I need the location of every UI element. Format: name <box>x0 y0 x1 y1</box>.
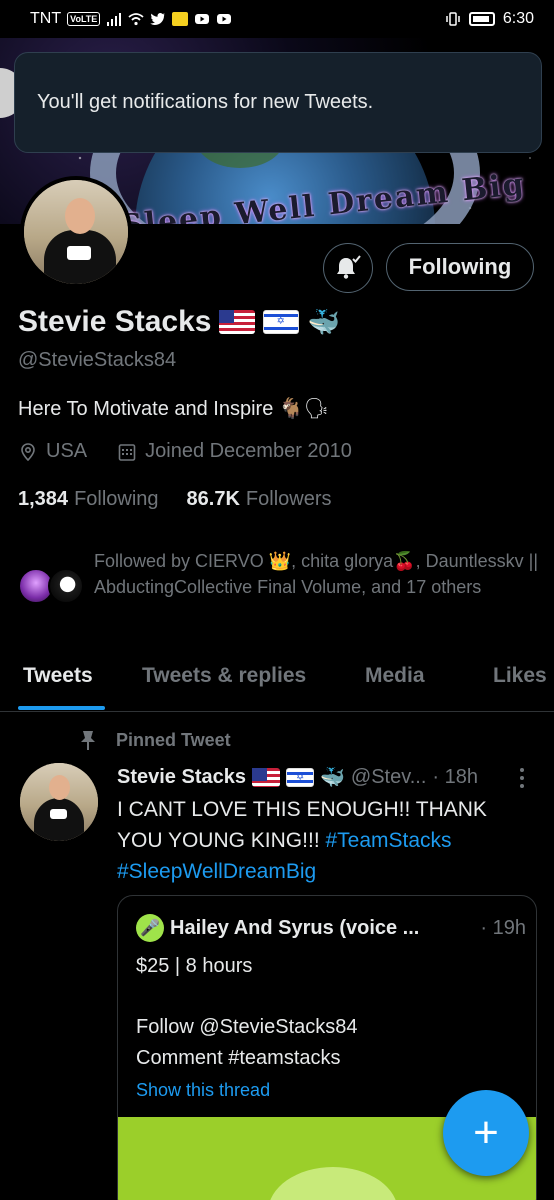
tweet-author-handle: @Stev... <box>350 766 427 788</box>
profile-avatar[interactable] <box>20 176 132 288</box>
calendar-icon <box>118 443 136 461</box>
quoted-text-line: Follow @StevieStacks84 <box>136 1016 358 1038</box>
followed-by-avatars <box>18 568 88 608</box>
toast-message: You'll get notifications for new Tweets. <box>37 91 374 113</box>
tweet-author-avatar[interactable] <box>20 763 98 841</box>
followed-by-text: Followed by CIERVO 👑, chita glorya🍒, Dau… <box>94 551 539 597</box>
followers-count[interactable]: 86.7K <box>187 488 240 511</box>
youtube-icon <box>195 14 210 24</box>
tab-likes[interactable]: Likes <box>493 664 547 688</box>
tweet-text: I CANT LOVE THIS ENOUGH!! THANK YOU YOUN… <box>117 794 537 887</box>
pin-icon <box>81 731 95 750</box>
tweet-more-icon[interactable] <box>520 768 526 788</box>
hashtag-link[interactable]: #SleepWellDreamBig <box>117 860 316 883</box>
tab-tweets-replies[interactable]: Tweets & replies <box>142 664 306 688</box>
notifications-bell-button[interactable] <box>323 243 373 293</box>
profile-tabs: Tweets Tweets & replies Media Likes <box>0 648 554 712</box>
following-count[interactable]: 1,384 <box>18 488 68 511</box>
wifi-icon <box>128 13 144 26</box>
pinned-label: Pinned Tweet <box>116 729 231 750</box>
quoted-time: · 19h <box>480 916 526 939</box>
profile-name: Stevie Stacks <box>18 305 212 338</box>
quoted-text-line: $25 | 8 hours <box>136 955 253 977</box>
location-icon <box>21 442 35 461</box>
carrier-label: TNT <box>30 10 62 27</box>
followers-label[interactable]: Followers <box>246 488 332 511</box>
whale-icon: 🐳 <box>307 306 340 337</box>
following-label[interactable]: Following <box>74 488 158 511</box>
compose-tweet-button[interactable]: + <box>443 1090 529 1176</box>
tweet-author-name[interactable]: Stevie Stacks <box>117 766 246 789</box>
profile-handle: @StevieStacks84 <box>18 349 177 371</box>
vibrate-icon <box>446 12 460 26</box>
tab-media[interactable]: Media <box>365 664 425 688</box>
clock: 6:30 <box>502 10 534 27</box>
notification-toast: You'll get notifications for new Tweets. <box>14 52 542 153</box>
volte-badge: VoLTE <box>67 12 101 26</box>
quoted-author-name: Hailey And Syrus (voice ... <box>170 916 420 939</box>
quoted-tweet-header: 🎤 Hailey And Syrus (voice ... · 19h <box>136 914 526 942</box>
profile-joined: Joined December 2010 <box>145 440 352 462</box>
profile-meta: USA Joined December 2010 <box>18 440 352 463</box>
status-bar: TNT VoLTE 6:30 <box>0 0 554 38</box>
pinned-label-row: Pinned Tweet <box>78 729 231 751</box>
battery-icon <box>468 12 495 26</box>
youtube-icon-2 <box>217 14 232 24</box>
profile-location: USA <box>46 440 88 462</box>
bell-check-icon <box>337 255 361 279</box>
active-tab-indicator <box>18 706 105 710</box>
show-thread-link[interactable]: Show this thread <box>136 1080 270 1101</box>
us-flag-icon <box>219 310 256 334</box>
signal-icon <box>107 13 122 26</box>
tweet-header: Stevie Stacks ✡ 🐳 @Stev... · 18h <box>117 765 537 790</box>
israel-flag-icon: ✡ <box>263 310 300 334</box>
following-button[interactable]: Following <box>386 243 534 291</box>
israel-flag-icon: ✡ <box>285 768 314 787</box>
tweet-time[interactable]: · 18h <box>432 766 478 789</box>
microphone-icon: 🎤 <box>136 914 164 942</box>
twitter-notification-icon <box>150 13 166 25</box>
follower-avatar <box>48 568 84 604</box>
profile-stats: 1,384 Following 86.7K Followers <box>18 488 332 511</box>
tab-tweets[interactable]: Tweets <box>23 664 93 688</box>
plus-icon: + <box>473 1108 499 1157</box>
us-flag-icon <box>251 768 280 787</box>
hashtag-link[interactable]: #TeamStacks <box>325 829 451 852</box>
whale-icon: 🐳 <box>319 767 345 789</box>
quoted-text-line: Comment #teamstacks <box>136 1047 341 1069</box>
app-notification-icon <box>172 12 189 26</box>
profile-name-row: Stevie Stacks ✡ 🐳 <box>18 305 340 339</box>
profile-bio: Here To Motivate and Inspire 🐐🗣 <box>18 398 330 420</box>
